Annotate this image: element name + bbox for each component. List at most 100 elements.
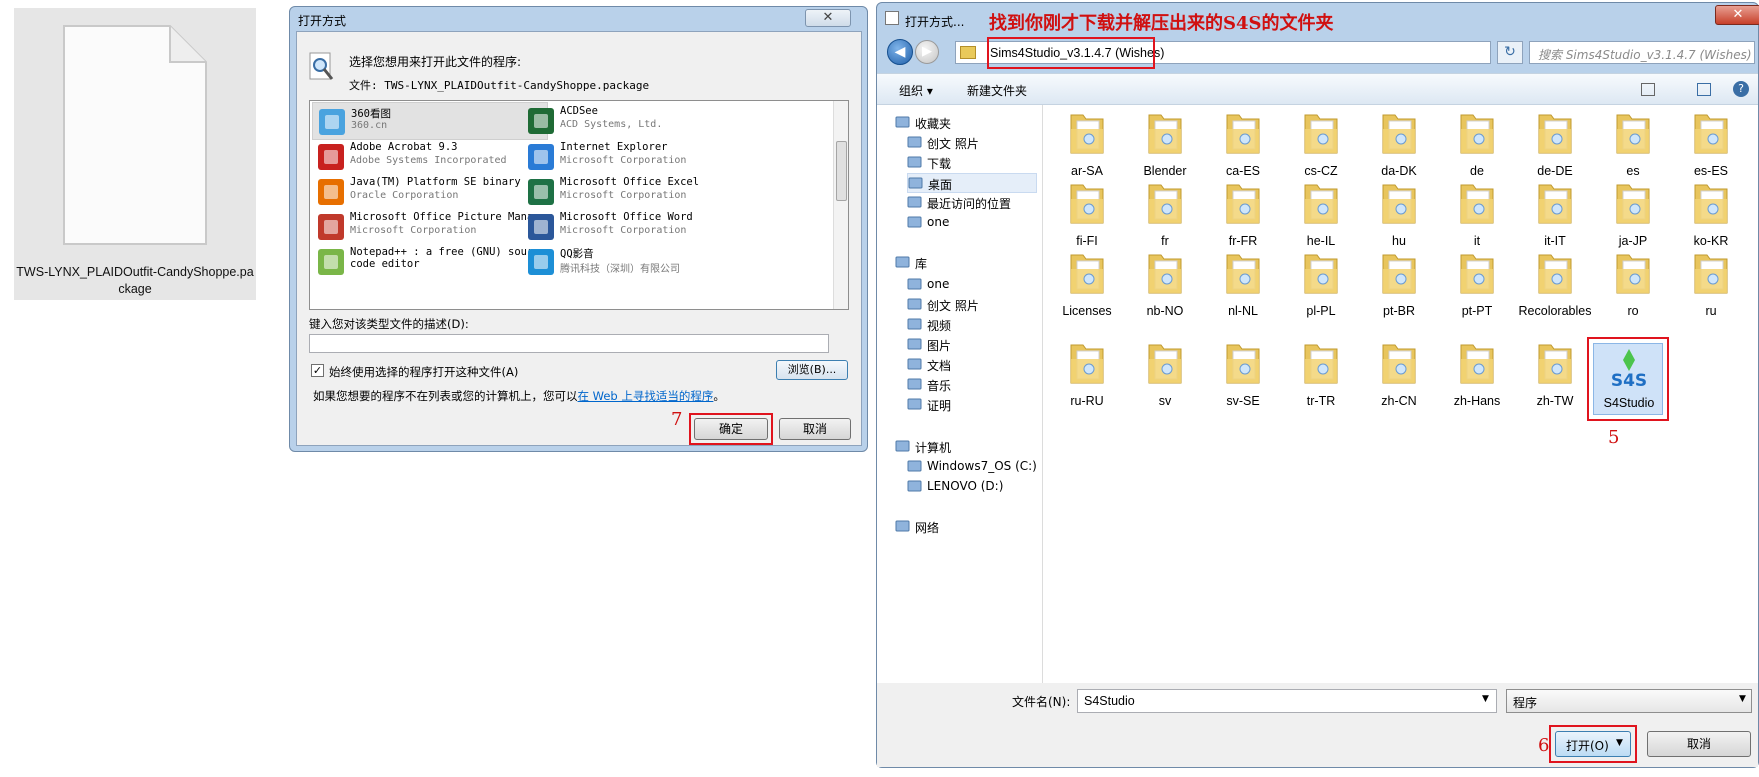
- description-input[interactable]: [309, 334, 829, 353]
- program-item[interactable]: QQ影音 腾讯科技（深圳）有限公司: [522, 243, 758, 281]
- folder-item[interactable]: ca-ES: [1205, 107, 1281, 185]
- folder-item[interactable]: zh-CN: [1361, 337, 1437, 415]
- folder-item[interactable]: de: [1439, 107, 1515, 185]
- folder-label: zh-Hans: [1453, 394, 1501, 408]
- folder-item[interactable]: sv: [1127, 337, 1203, 415]
- program-item[interactable]: Microsoft Office Excel Microsoft Corporat…: [522, 173, 758, 211]
- open-button[interactable]: 打开(O) ▼: [1555, 731, 1631, 757]
- s4studio-app-item[interactable]: S4S S4Studio: [1593, 343, 1663, 415]
- always-use-checkbox[interactable]: ✓: [311, 364, 324, 377]
- folder-item[interactable]: fr: [1127, 177, 1203, 255]
- nav-item[interactable]: Windows7_OS (C:): [907, 457, 1037, 477]
- folder-item[interactable]: pl-PL: [1283, 247, 1359, 325]
- nav-item[interactable]: LENOVO (D:): [907, 477, 1037, 497]
- chevron-down-icon[interactable]: ▼: [1482, 694, 1489, 704]
- folder-item[interactable]: pt-PT: [1439, 247, 1515, 325]
- organize-button[interactable]: 组织 ▾: [899, 82, 933, 99]
- nav-item[interactable]: one: [907, 213, 1037, 233]
- program-item[interactable]: ACDSee ACD Systems, Ltd.: [522, 102, 758, 140]
- folder-label: Licenses: [1062, 304, 1112, 318]
- new-folder-button[interactable]: 新建文件夹: [967, 82, 1027, 99]
- program-item[interactable]: Java(TM) Platform SE binary Oracle Corpor…: [312, 173, 548, 211]
- nav-item[interactable]: 下载: [907, 153, 1037, 173]
- music-icon: [907, 378, 922, 390]
- nav-item[interactable]: 视频: [907, 315, 1037, 335]
- nav-item[interactable]: 收藏夹: [895, 113, 1037, 133]
- view-options-icon[interactable]: [1641, 83, 1655, 96]
- preview-pane-icon[interactable]: [1697, 83, 1711, 96]
- folder-item[interactable]: ro: [1595, 247, 1671, 325]
- folder-item[interactable]: de-DE: [1517, 107, 1593, 185]
- nav-item[interactable]: 库: [895, 253, 1037, 273]
- back-button[interactable]: ◀: [887, 39, 913, 65]
- program-item[interactable]: 360看图 360.cn: [312, 102, 548, 140]
- nav-item[interactable]: 音乐: [907, 375, 1037, 395]
- folder-item[interactable]: es: [1595, 107, 1671, 185]
- nav-item[interactable]: 网络: [895, 517, 1037, 537]
- browse-button[interactable]: 浏览(B)...: [776, 360, 848, 380]
- refresh-button[interactable]: ↻: [1497, 41, 1523, 64]
- nav-item-label: one: [927, 277, 950, 291]
- folder-item[interactable]: Recolorables: [1517, 247, 1593, 325]
- filename-input[interactable]: S4Studio ▼: [1077, 689, 1497, 713]
- folder-item[interactable]: fr-FR: [1205, 177, 1281, 255]
- nav-item[interactable]: 创文 照片: [907, 295, 1037, 315]
- folder-item[interactable]: he-IL: [1283, 177, 1359, 255]
- nav-item[interactable]: 计算机: [895, 437, 1037, 457]
- folder-item[interactable]: it-IT: [1517, 177, 1593, 255]
- close-button[interactable]: ✕: [1715, 5, 1759, 25]
- folder-item[interactable]: ar-SA: [1049, 107, 1125, 185]
- forward-button[interactable]: ▶: [915, 40, 939, 64]
- program-item[interactable]: Notepad++ : a free (GNU) source code edi…: [312, 243, 548, 281]
- folder-item[interactable]: it: [1439, 177, 1515, 255]
- ok-button[interactable]: 确定: [694, 418, 768, 440]
- cancel-button[interactable]: 取消: [1647, 731, 1751, 757]
- folder-label: tr-TR: [1306, 394, 1336, 408]
- folder-item[interactable]: es-ES: [1673, 107, 1749, 185]
- program-item[interactable]: Microsoft Office Word Microsoft Corporati…: [522, 208, 758, 246]
- folder-item[interactable]: fi-FI: [1049, 177, 1125, 255]
- folder-item[interactable]: da-DK: [1361, 107, 1437, 185]
- folder-icon: [1148, 254, 1182, 294]
- help-icon[interactable]: ?: [1733, 81, 1749, 97]
- scrollbar-thumb[interactable]: [836, 141, 847, 201]
- search-input[interactable]: 搜索 Sims4Studio_v3.1.4.7 (Wishes): [1529, 41, 1755, 64]
- nav-item[interactable]: 桌面: [907, 173, 1037, 193]
- folder-item[interactable]: Licenses: [1049, 247, 1125, 325]
- folder-item[interactable]: ko-KR: [1673, 177, 1749, 255]
- nav-item[interactable]: 证明: [907, 395, 1037, 415]
- folder-item[interactable]: ja-JP: [1595, 177, 1671, 255]
- folder-item[interactable]: nb-NO: [1127, 247, 1203, 325]
- nav-item[interactable]: one: [907, 275, 1037, 295]
- folder-item[interactable]: Blender: [1127, 107, 1203, 185]
- cancel-button[interactable]: 取消: [779, 418, 851, 440]
- search-placeholder: 搜索 Sims4Studio_v3.1.4.7 (Wishes): [1538, 48, 1752, 62]
- split-arrow-icon[interactable]: ▼: [1616, 738, 1623, 748]
- folder-item[interactable]: tr-TR: [1283, 337, 1359, 415]
- folder-item[interactable]: zh-Hans: [1439, 337, 1515, 415]
- folder-item[interactable]: cs-CZ: [1283, 107, 1359, 185]
- program-item[interactable]: Internet Explorer Microsoft Corporation: [522, 138, 758, 176]
- folder-item[interactable]: ru-RU: [1049, 337, 1125, 415]
- folder-item[interactable]: nl-NL: [1205, 247, 1281, 325]
- library-icon: [907, 398, 922, 410]
- folder-item[interactable]: sv-SE: [1205, 337, 1281, 415]
- folder-item[interactable]: hu: [1361, 177, 1437, 255]
- program-company: Adobe Systems Incorporated: [350, 155, 507, 166]
- folder-item[interactable]: zh-TW: [1517, 337, 1593, 415]
- chevron-down-icon[interactable]: ▼: [1739, 694, 1746, 704]
- nav-item-label: LENOVO (D:): [927, 479, 1004, 493]
- close-button[interactable]: ✕: [805, 9, 851, 27]
- program-list[interactable]: 360看图 360.cn ACDSee ACD Systems, Ltd. Adobe …: [309, 100, 849, 310]
- folder-item[interactable]: ru: [1673, 247, 1749, 325]
- program-item[interactable]: Microsoft Office Picture Manager Microsof…: [312, 208, 552, 246]
- nav-item[interactable]: 图片: [907, 335, 1037, 355]
- nav-item[interactable]: 创文 照片: [907, 133, 1037, 153]
- list-scrollbar[interactable]: [833, 101, 848, 309]
- filetype-select[interactable]: 程序 ▼: [1506, 689, 1752, 713]
- folder-item[interactable]: pt-BR: [1361, 247, 1437, 325]
- web-search-link[interactable]: 在 Web 上寻找适当的程序: [578, 389, 714, 403]
- nav-item[interactable]: 文档: [907, 355, 1037, 375]
- nav-item[interactable]: 最近访问的位置: [907, 193, 1037, 213]
- program-item[interactable]: Adobe Acrobat 9.3 Adobe Systems Incorpora…: [312, 138, 548, 176]
